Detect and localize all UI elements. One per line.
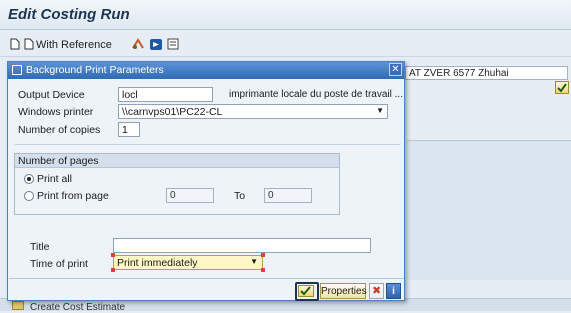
page-title: Edit Costing Run bbox=[8, 6, 130, 23]
time-of-print-label: Time of print bbox=[30, 258, 88, 270]
windows-printer-value: \\carnvps01\PC22-CL bbox=[122, 106, 223, 118]
new-document-icon[interactable] bbox=[8, 37, 22, 51]
log-icon[interactable] bbox=[166, 37, 180, 51]
chevron-down-icon[interactable]: ▼ bbox=[376, 106, 384, 115]
output-device-input[interactable]: locl bbox=[118, 87, 213, 102]
with-reference-button[interactable]: With Reference bbox=[36, 39, 112, 51]
dialog-title: Background Print Parameters bbox=[26, 64, 164, 76]
cancel-x-icon: ✖ bbox=[372, 285, 382, 297]
glasses-display-icon[interactable] bbox=[130, 37, 146, 51]
create-cost-estimate-label[interactable]: Create Cost Estimate bbox=[30, 302, 125, 313]
required-marker bbox=[261, 253, 265, 257]
print-from-page-label: Print from page bbox=[37, 190, 109, 202]
cancel-button[interactable]: ✖ bbox=[369, 283, 384, 299]
to-page-input[interactable]: 0 bbox=[264, 188, 312, 203]
plant-field[interactable]: AT ZVER 6577 Zhuhai bbox=[405, 66, 568, 80]
execute-icon[interactable] bbox=[148, 37, 164, 51]
checkmark-icon bbox=[298, 285, 314, 297]
with-reference-icon[interactable] bbox=[23, 37, 35, 51]
required-marker bbox=[111, 268, 115, 272]
windows-printer-label: Windows printer bbox=[18, 106, 94, 118]
background-panel bbox=[407, 140, 571, 280]
to-label: To bbox=[234, 190, 246, 202]
number-of-copies-label: Number of copies bbox=[18, 124, 101, 136]
print-all-label: Print all bbox=[37, 173, 73, 185]
number-of-pages-title: Number of pages bbox=[18, 155, 99, 167]
info-button[interactable]: i bbox=[386, 283, 401, 299]
dialog-window-icon bbox=[12, 65, 22, 75]
footer-divider bbox=[9, 278, 404, 279]
time-of-print-value: Print immediately bbox=[117, 257, 198, 269]
windows-printer-select[interactable]: \\carnvps01\PC22-CL ▼ bbox=[118, 104, 388, 119]
title-input[interactable] bbox=[113, 238, 371, 253]
title-label: Title bbox=[30, 241, 50, 253]
properties-button[interactable]: Properties bbox=[320, 283, 367, 299]
check-icon[interactable] bbox=[555, 81, 569, 94]
print-all-radio[interactable] bbox=[24, 174, 34, 184]
divider bbox=[15, 144, 400, 145]
print-from-page-radio[interactable] bbox=[24, 191, 34, 201]
folder-icon bbox=[12, 301, 24, 310]
required-marker bbox=[111, 253, 115, 257]
output-device-description: imprimante locale du poste de travail ..… bbox=[229, 89, 403, 100]
from-page-input[interactable]: 0 bbox=[166, 188, 214, 203]
chevron-down-icon[interactable]: ▼ bbox=[250, 257, 258, 266]
time-of-print-select[interactable]: Print immediately ▼ bbox=[113, 255, 263, 270]
number-of-copies-input[interactable]: 1 bbox=[118, 122, 140, 137]
output-device-label: Output Device bbox=[18, 89, 85, 101]
required-marker bbox=[261, 268, 265, 272]
close-button[interactable]: ✕ bbox=[389, 63, 402, 76]
